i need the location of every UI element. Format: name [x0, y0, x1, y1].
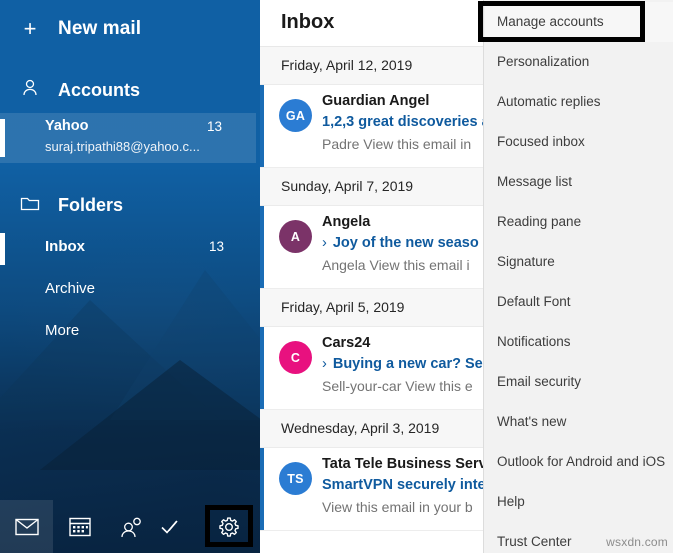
menu-item-label: Message list: [497, 174, 573, 189]
date-label: Friday, April 12, 2019: [281, 57, 413, 73]
avatar: C: [279, 341, 312, 374]
chevron-right-icon[interactable]: ›: [322, 235, 327, 251]
unread-indicator: [260, 327, 264, 409]
message-preview: Angela View this email i: [322, 257, 470, 273]
menu-item-automatic-replies[interactable]: Automatic replies: [485, 82, 673, 122]
account-name: Yahoo: [45, 118, 89, 134]
navigation-sidebar: + New mail Accounts Yahoo 13 suraj.tripa…: [0, 0, 260, 553]
mail-icon[interactable]: [0, 500, 53, 553]
message-sender: Cars24: [322, 335, 371, 351]
unread-indicator: [260, 448, 264, 530]
menu-item-label: Help: [497, 494, 525, 509]
accounts-label: Accounts: [58, 79, 141, 100]
menu-item-help[interactable]: Help: [485, 482, 673, 522]
menu-item-label: Personalization: [497, 54, 590, 69]
folder-unread-count: 13: [208, 239, 224, 254]
watermark-text: wsxdn.com: [606, 535, 668, 549]
selection-indicator: [0, 119, 5, 157]
menu-item-label: Email security: [497, 374, 582, 389]
new-mail-label: New mail: [58, 18, 142, 39]
message-preview: Padre View this email in: [322, 136, 472, 152]
menu-item-email-security[interactable]: Email security: [485, 362, 673, 402]
settings-menu-pane: Manage accounts Personalization Automati…: [483, 0, 673, 553]
sidebar-folder-inbox[interactable]: Inbox 13: [0, 229, 256, 269]
menu-item-reading-pane[interactable]: Reading pane: [485, 202, 673, 242]
folder-name: Archive: [45, 280, 96, 297]
menu-item-label: Notifications: [497, 334, 571, 349]
menu-item-label: Signature: [497, 254, 555, 269]
menu-item-outlook-mobile[interactable]: Outlook for Android and iOS: [485, 442, 673, 482]
account-email: suraj.tripathi88@yahoo.c...: [45, 139, 200, 154]
message-subject: 1,2,3 great discoveries a: [322, 114, 490, 130]
plus-icon: +: [23, 16, 37, 41]
todo-checkmark-icon[interactable]: [146, 500, 199, 553]
menu-item-label: What's new: [497, 414, 567, 429]
sidebar-bottom-toolbar: [0, 500, 260, 553]
gear-icon[interactable]: [200, 500, 258, 553]
sidebar-folder-more[interactable]: More: [0, 313, 256, 353]
menu-item-personalization[interactable]: Personalization: [485, 42, 673, 82]
menu-item-whats-new[interactable]: What's new: [485, 402, 673, 442]
message-subject: › Buying a new car? Se: [322, 356, 483, 372]
account-unread-count: 13: [206, 119, 222, 134]
avatar: GA: [279, 99, 312, 132]
message-preview: Sell-your-car View this e: [322, 378, 473, 394]
menu-item-focused-inbox[interactable]: Focused inbox: [485, 122, 673, 162]
chevron-right-icon[interactable]: ›: [322, 356, 327, 372]
date-label: Wednesday, April 3, 2019: [281, 420, 440, 436]
menu-item-label: Trust Center: [497, 534, 572, 549]
message-subject-text: Joy of the new seaso: [332, 235, 479, 251]
avatar: TS: [279, 462, 312, 495]
menu-item-label: Focused inbox: [497, 134, 585, 149]
menu-item-label: Outlook for Android and iOS: [497, 454, 666, 469]
page-title: Inbox: [281, 11, 335, 33]
menu-item-default-font[interactable]: Default Font: [485, 282, 673, 322]
sidebar-account-yahoo[interactable]: Yahoo 13 suraj.tripathi88@yahoo.c...: [0, 113, 256, 163]
menu-item-manage-accounts[interactable]: Manage accounts: [485, 2, 673, 42]
selection-indicator: [0, 233, 5, 265]
menu-item-label: Reading pane: [497, 214, 582, 229]
avatar: A: [279, 220, 312, 253]
message-sender: Guardian Angel: [322, 93, 430, 109]
message-preview: View this email in your b: [322, 499, 473, 515]
message-subject: › Joy of the new seaso: [322, 235, 479, 251]
date-label: Sunday, April 7, 2019: [281, 178, 414, 194]
mail-app-window: + New mail Accounts Yahoo 13 suraj.tripa…: [0, 0, 673, 553]
message-subject: SmartVPN securely inte: [322, 477, 486, 493]
menu-item-label: Automatic replies: [497, 94, 601, 109]
menu-item-signature[interactable]: Signature: [485, 242, 673, 282]
new-mail-button[interactable]: + New mail: [0, 5, 260, 53]
person-icon: [14, 78, 46, 103]
folder-name: More: [45, 322, 80, 339]
folder-icon: [14, 194, 46, 217]
unread-indicator: [260, 206, 264, 288]
date-label: Friday, April 5, 2019: [281, 299, 405, 315]
message-subject-text: Buying a new car? Se: [332, 356, 483, 372]
wallpaper-mountain-shape: [40, 360, 260, 470]
folder-name: Inbox: [45, 238, 85, 255]
folders-section-header[interactable]: Folders: [0, 185, 260, 225]
calendar-icon[interactable]: [53, 500, 106, 553]
message-sender: Tata Tele Business Servi: [322, 456, 491, 472]
menu-item-label: Manage accounts: [497, 14, 604, 29]
menu-item-label: Default Font: [497, 294, 571, 309]
folders-label: Folders: [58, 194, 124, 215]
menu-item-message-list[interactable]: Message list: [485, 162, 673, 202]
accounts-section-header[interactable]: Accounts: [0, 70, 260, 110]
menu-item-notifications[interactable]: Notifications: [485, 322, 673, 362]
sidebar-folder-archive[interactable]: Archive: [0, 271, 256, 311]
unread-indicator: [260, 85, 264, 167]
message-sender: Angela: [322, 214, 371, 230]
